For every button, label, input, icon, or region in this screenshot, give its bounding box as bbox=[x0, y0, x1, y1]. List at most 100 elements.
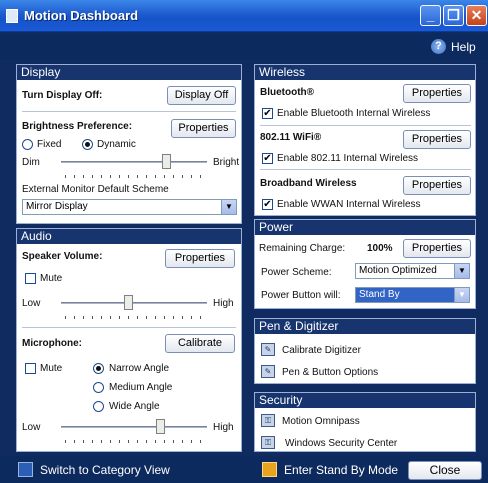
divider bbox=[260, 169, 471, 170]
monitor-scheme-value: Mirror Display bbox=[26, 201, 88, 212]
category-view-link[interactable]: Switch to Category View bbox=[40, 463, 170, 477]
bright-label: Bright bbox=[213, 157, 240, 168]
wireless-panel: Wireless Bluetooth® Properties ✔ Enable … bbox=[254, 64, 476, 216]
mic-slider-track[interactable] bbox=[61, 426, 207, 428]
pen-options-icon[interactable]: ✎ bbox=[261, 365, 275, 378]
narrow-angle-label: Narrow Angle bbox=[109, 363, 170, 374]
power-button-label: Power Button will: bbox=[261, 290, 341, 301]
high-label: High bbox=[213, 298, 234, 309]
divider bbox=[22, 327, 236, 328]
help-icon[interactable]: ? bbox=[431, 39, 446, 54]
brightness-slider-track[interactable] bbox=[61, 161, 207, 163]
power-header: Power bbox=[255, 220, 475, 235]
speaker-volume-label: Speaker Volume: bbox=[22, 251, 103, 262]
window-title: Motion Dashboard bbox=[24, 8, 139, 23]
wide-angle-radio[interactable] bbox=[93, 401, 104, 412]
remaining-charge-label: Remaining Charge: bbox=[259, 243, 346, 254]
power-scheme-label: Power Scheme: bbox=[261, 267, 332, 278]
wifi-label: 802.11 WiFi® bbox=[260, 132, 322, 143]
close-window-button[interactable]: ✕ bbox=[466, 5, 487, 26]
fixed-label: Fixed bbox=[37, 139, 62, 150]
dashboard-window: Motion Dashboard _ ❐ ✕ ? Help Display Tu… bbox=[0, 0, 488, 483]
audio-header: Audio bbox=[17, 229, 241, 244]
monitor-scheme-label: External Monitor Default Scheme bbox=[22, 184, 169, 195]
pen-header: Pen & Digitizer bbox=[255, 319, 475, 334]
speaker-ticks bbox=[65, 316, 209, 319]
calibrate-digitizer-link[interactable]: Calibrate Digitizer bbox=[282, 345, 361, 356]
standby-link[interactable]: Enter Stand By Mode bbox=[284, 463, 398, 477]
power-button-value: Stand By bbox=[359, 289, 400, 300]
wwan-enable-label: Enable WWAN Internal Wireless bbox=[277, 199, 421, 210]
mic-high-label: High bbox=[213, 422, 234, 433]
power-scheme-select[interactable]: Motion Optimized ▼ bbox=[355, 263, 470, 279]
mic-mute-label: Mute bbox=[40, 363, 63, 374]
bluetooth-properties-button[interactable]: Properties bbox=[403, 84, 471, 103]
mic-mute-checkbox[interactable] bbox=[25, 363, 36, 374]
security-center-icon[interactable]: ⚿ bbox=[261, 436, 275, 449]
wifi-enable-label: Enable 802.11 Internal Wireless bbox=[277, 153, 419, 164]
display-off-button[interactable]: Display Off bbox=[167, 86, 236, 105]
speaker-slider-track[interactable] bbox=[61, 302, 207, 304]
toolbar-strip bbox=[0, 33, 488, 60]
brightness-slider-thumb[interactable] bbox=[162, 154, 172, 169]
brightness-ticks bbox=[65, 175, 209, 178]
chevron-down-icon[interactable]: ▼ bbox=[454, 264, 469, 278]
display-header: Display bbox=[17, 65, 241, 80]
speaker-mute-checkbox[interactable] bbox=[25, 273, 36, 284]
mic-low-label: Low bbox=[22, 422, 41, 433]
minimize-button[interactable]: _ bbox=[420, 5, 441, 26]
restore-icon: ❐ bbox=[447, 7, 460, 23]
wifi-enable-checkbox[interactable]: ✔ bbox=[262, 153, 273, 164]
security-center-link[interactable]: Windows Security Center bbox=[285, 438, 397, 449]
mic-ticks bbox=[65, 440, 209, 443]
omnipass-link[interactable]: Motion Omnipass bbox=[282, 416, 360, 427]
microphone-label: Microphone: bbox=[22, 338, 82, 349]
omnipass-icon[interactable]: ⚿ bbox=[261, 414, 275, 427]
narrow-angle-radio[interactable] bbox=[93, 363, 104, 374]
title-bar[interactable]: Motion Dashboard _ ❐ ✕ bbox=[0, 0, 488, 32]
medium-angle-radio[interactable] bbox=[93, 382, 104, 393]
pen-panel: Pen & Digitizer ✎ Calibrate Digitizer ✎ … bbox=[254, 318, 476, 384]
monitor-scheme-select[interactable]: Mirror Display ▼ bbox=[22, 199, 237, 215]
close-button[interactable]: Close bbox=[408, 461, 482, 480]
brightness-label: Brightness Preference: bbox=[22, 121, 133, 132]
dim-label: Dim bbox=[22, 157, 40, 168]
broadband-label: Broadband Wireless bbox=[260, 178, 357, 189]
dynamic-label: Dynamic bbox=[97, 139, 136, 150]
pen-options-link[interactable]: Pen & Button Options bbox=[282, 367, 378, 378]
standby-icon[interactable] bbox=[262, 462, 277, 477]
divider bbox=[260, 125, 471, 126]
wireless-header: Wireless bbox=[255, 65, 475, 80]
brightness-properties-button[interactable]: Properties bbox=[171, 119, 236, 138]
speaker-mute-label: Mute bbox=[40, 273, 63, 284]
category-view-icon[interactable] bbox=[18, 462, 33, 477]
broadband-properties-button[interactable]: Properties bbox=[403, 176, 471, 195]
display-panel: Display Turn Display Off: Display Off Br… bbox=[16, 64, 242, 224]
wwan-enable-checkbox[interactable]: ✔ bbox=[262, 199, 273, 210]
power-properties-button[interactable]: Properties bbox=[403, 239, 471, 258]
low-label: Low bbox=[22, 298, 41, 309]
chevron-down-icon[interactable]: ▼ bbox=[454, 288, 469, 302]
maximize-button[interactable]: ❐ bbox=[443, 5, 464, 26]
speaker-slider-thumb[interactable] bbox=[124, 295, 134, 310]
power-scheme-value: Motion Optimized bbox=[359, 265, 437, 276]
help-link[interactable]: Help bbox=[451, 40, 476, 54]
calibrate-button[interactable]: Calibrate bbox=[165, 334, 235, 353]
bluetooth-enable-checkbox[interactable]: ✔ bbox=[262, 108, 273, 119]
chevron-down-icon[interactable]: ▼ bbox=[221, 200, 236, 214]
dynamic-radio[interactable] bbox=[82, 139, 93, 150]
bluetooth-label: Bluetooth® bbox=[260, 87, 315, 98]
turn-display-off-label: Turn Display Off: bbox=[22, 90, 103, 101]
medium-angle-label: Medium Angle bbox=[109, 382, 173, 393]
audio-properties-button[interactable]: Properties bbox=[165, 249, 235, 268]
mic-slider-thumb[interactable] bbox=[156, 419, 166, 434]
wifi-properties-button[interactable]: Properties bbox=[403, 130, 471, 149]
power-button-select[interactable]: Stand By ▼ bbox=[355, 287, 470, 303]
audio-panel: Audio Speaker Volume: Properties Mute Lo… bbox=[16, 228, 242, 452]
bluetooth-enable-label: Enable Bluetooth Internal Wireless bbox=[277, 108, 431, 119]
calibrate-digitizer-icon[interactable]: ✎ bbox=[261, 343, 275, 356]
app-icon bbox=[6, 9, 18, 23]
wide-angle-label: Wide Angle bbox=[109, 401, 160, 412]
fixed-radio[interactable] bbox=[22, 139, 33, 150]
divider bbox=[22, 111, 236, 112]
